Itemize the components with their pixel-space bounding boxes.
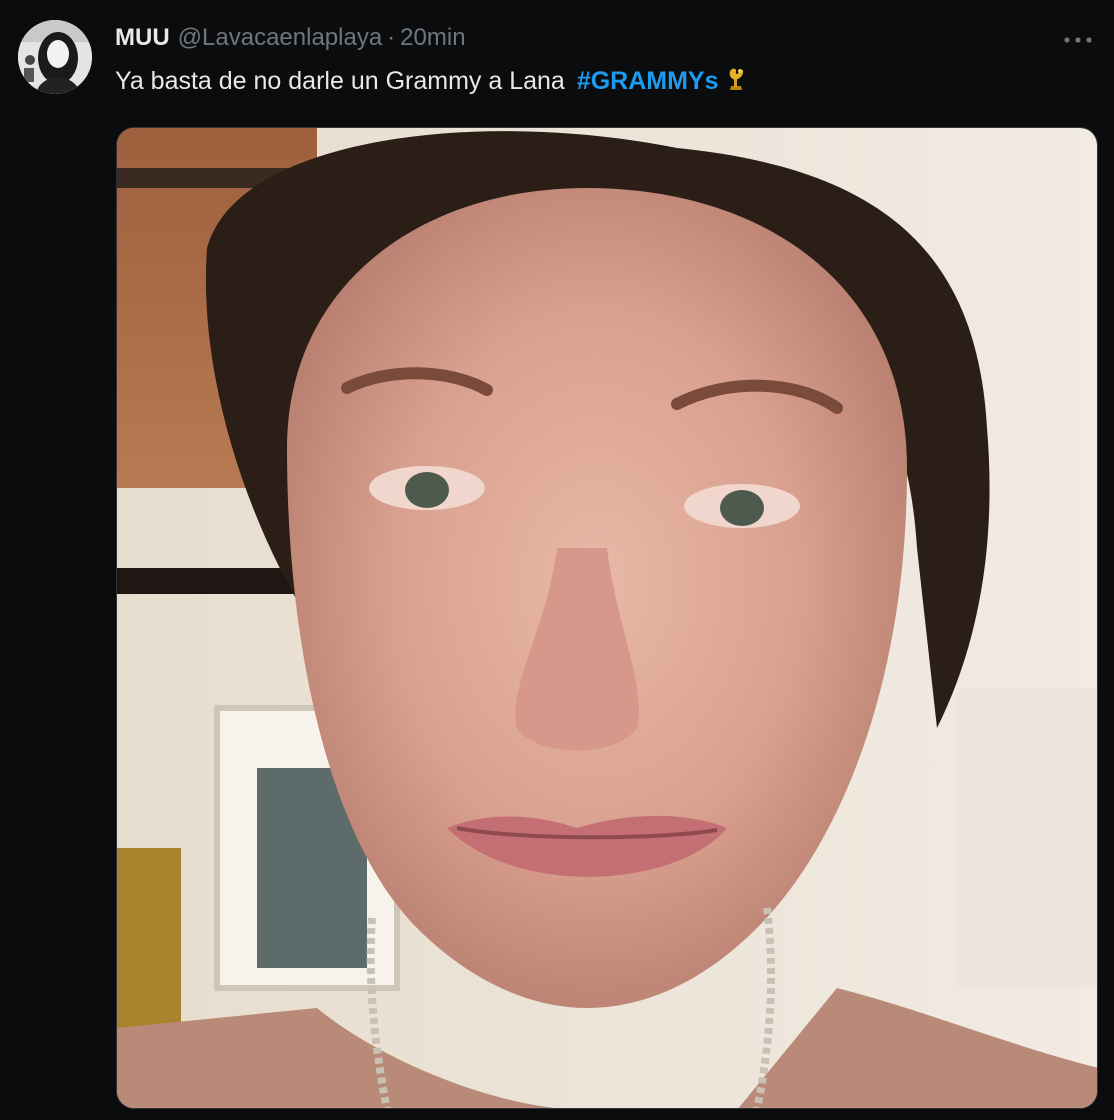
tweet-body: Ya basta de no darle un Grammy a Lana <box>115 67 565 95</box>
timestamp[interactable]: 20min <box>400 24 465 52</box>
tweet-header: MUU @Lavacaenlaplaya · 20min <box>115 24 466 58</box>
more-options-button[interactable] <box>1060 26 1096 54</box>
more-options-icon <box>1064 37 1092 43</box>
user-handle[interactable]: @Lavacaenlaplaya <box>178 24 383 52</box>
photo-image <box>117 128 1097 1108</box>
tweet-card[interactable]: MUU @Lavacaenlaplaya · 20min Ya basta de… <box>0 0 1114 1120</box>
tweet-text: Ya basta de no darle un Grammy a Lana #GR… <box>115 64 747 101</box>
tweet-media-photo[interactable] <box>116 127 1098 1109</box>
separator-dot: · <box>387 24 396 51</box>
grammy-trophy-icon <box>725 66 747 101</box>
display-name[interactable]: MUU <box>115 24 170 52</box>
hashtag-link[interactable]: #GRAMMYs <box>577 67 719 95</box>
profile-photo-icon <box>18 20 92 94</box>
avatar[interactable] <box>18 20 92 94</box>
